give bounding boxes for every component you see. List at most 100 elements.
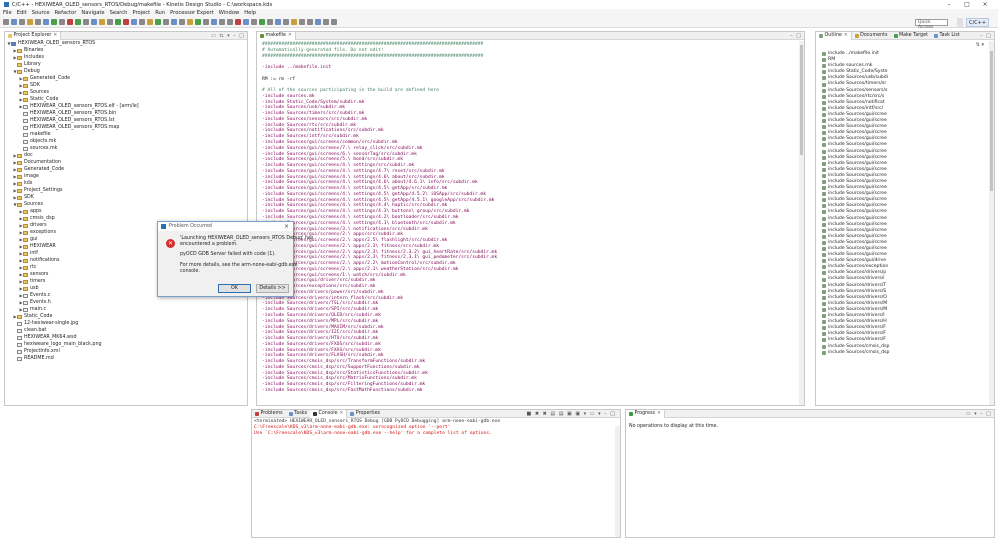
dialog-details-button[interactable]: Details >> [256,284,289,293]
minimize-button[interactable]: – [942,0,956,9]
menu-navigate[interactable]: Navigate [81,10,104,16]
tree-item[interactable]: Library [5,61,247,68]
tree-item[interactable]: ▶ Includes [5,54,247,61]
tree-item[interactable]: clean.bat [5,327,247,334]
console-scrollbar[interactable] [615,426,620,537]
tree-item[interactable]: ▶ Events.h [5,299,247,306]
tab-close-icon[interactable]: ✕ [53,33,57,38]
tree-item[interactable]: HEXIWEAR_OLED_sensors_RTOS.map [5,124,247,131]
progress-view-icons[interactable]: ▭ ▾ – □ [966,410,992,418]
tab-close-icon[interactable]: ✕ [340,411,344,416]
toolbar-tool-icon[interactable] [291,19,297,25]
toolbar-tool-icon[interactable] [27,19,33,25]
toolbar-tool-icon[interactable] [35,19,41,25]
maximize-button[interactable]: □ [960,0,974,9]
tree-item[interactable]: ▶ doc [5,152,247,159]
close-button[interactable]: × [978,0,992,9]
tab-problems[interactable]: Problems [252,410,286,418]
outline-minmax-icons[interactable]: – □ [980,32,992,40]
toolbar-tool-icon[interactable] [299,19,305,25]
menu-project[interactable]: Project [132,10,150,16]
outline-toolbar-icons[interactable]: ⇅ ▾ [976,42,984,48]
quick-access-input[interactable]: Quick Access [915,19,948,30]
toolbar-tool-icon[interactable] [195,19,201,25]
console-toolbar-icons[interactable]: ■ ✖ ✖ ▤ ▤ ▣ ▣ ▾ ▭ ▾ – □ [527,411,616,417]
toolbar-tool-icon[interactable] [19,19,25,25]
toolbar-tool-icon[interactable] [67,19,73,25]
tree-item[interactable]: ▶ SDK [5,82,247,89]
tab-makefile[interactable]: makefile ✕ [257,32,296,40]
menu-run[interactable]: Run [155,10,165,16]
toolbar-tool-icon[interactable] [83,19,89,25]
toolbar-tool-icon[interactable] [323,19,329,25]
tree-item[interactable]: ▶ Static_Code [5,96,247,103]
menu-refactor[interactable]: Refactor [55,10,77,16]
toolbar-tool-icon[interactable] [99,19,105,25]
toolbar-tool-icon[interactable] [51,19,57,25]
tree-item[interactable]: ▶ Sources [5,89,247,96]
outline-scroll-thumb[interactable] [990,51,993,191]
toolbar-tool-icon[interactable] [171,19,177,25]
console-output[interactable]: C:\Freescale\KDS_v3\arm-none-eabi-gdb.ex… [252,425,620,437]
toolbar-tool-icon[interactable] [203,19,209,25]
view-menu-icons[interactable]: ▭ ⇆ ▾ – □ [211,32,245,40]
toolbar-tool-icon[interactable] [179,19,185,25]
tree-item[interactable]: ▶ image [5,173,247,180]
tab-tasks[interactable]: Tasks [286,410,310,418]
toolbar-tool-icon[interactable] [219,19,225,25]
editor-text[interactable]: ########################################… [262,42,796,394]
editor-scrollbar[interactable] [799,41,804,405]
toolbar-tool-icon[interactable] [307,19,313,25]
toolbar-tool-icon[interactable] [331,19,337,25]
tree-item[interactable]: ▶ apps [5,208,247,215]
tab-close-icon[interactable]: ✕ [657,411,661,416]
toolbar-tool-icon[interactable] [227,19,233,25]
perspective-cpp-button[interactable]: C/C++ [966,18,990,27]
outline-scrollbar[interactable] [989,41,994,405]
tab-outline[interactable]: Outline ✕ [816,32,852,40]
editor-scroll-thumb[interactable] [800,45,803,155]
toolbar-tool-icon[interactable] [91,19,97,25]
toolbar-tool-icon[interactable] [107,19,113,25]
toolbar-tool-icon[interactable] [259,19,265,25]
tree-item[interactable]: ▶ Documentation [5,159,247,166]
tree-item[interactable]: ▶ Generated_Code [5,166,247,173]
toolbar-tool-icon[interactable] [187,19,193,25]
menu-window[interactable]: Window [219,10,239,16]
toolbar-tool-icon[interactable] [115,19,121,25]
tree-item[interactable]: ▶ HEXIWEAR_OLED_sensors_RTOS.elf - [arm/l… [5,103,247,110]
tree-item[interactable]: ProjectInfo.xml [5,348,247,355]
tree-item[interactable]: HEXIWEAR_MK64.wsd [5,334,247,341]
dialog-close-button[interactable]: × [284,223,289,230]
toolbar-tool-icon[interactable] [315,19,321,25]
toolbar-tool-icon[interactable] [3,19,9,25]
tree-item[interactable]: ▶ Binaries [5,47,247,54]
tree-item[interactable]: makefile [5,131,247,138]
tree-item[interactable]: ▶ Project_Settings [5,187,247,194]
toolbar-tool-icon[interactable] [147,19,153,25]
toolbar-tool-icon[interactable] [11,19,17,25]
toolbar-tool-icon[interactable] [283,19,289,25]
tree-item[interactable]: ▼ Sources [5,201,247,208]
tree-item[interactable]: HEXIWEAR_OLED_sensors_RTOS.lst [5,117,247,124]
outline-item[interactable]: include Sources/cmsis_dsp [822,350,988,356]
tree-item[interactable]: hexiweare_logo_main_black.png [5,341,247,348]
menu-help[interactable]: Help [244,10,256,16]
tree-item[interactable]: ▶ Generated_Code [5,75,247,82]
tab-project-explorer[interactable]: Project Explorer ✕ [5,32,62,40]
toolbar-tool-icon[interactable] [131,19,137,25]
tree-item[interactable]: ▼ HEXIWEAR_OLED_sensors_RTOS [5,40,247,47]
open-perspective-icon[interactable] [957,18,963,27]
toolbar-tool-icon[interactable] [139,19,145,25]
tree-item[interactable]: 12-hexiwear-single.jpg [5,320,247,327]
toolbar-tool-icon[interactable] [275,19,281,25]
tree-item[interactable]: ▼ Debug [5,68,247,75]
tab-make-target[interactable]: Make Target [891,32,932,40]
editor-minmax-icons[interactable]: – □ [790,32,802,40]
tree-item[interactable]: ▶ kds [5,180,247,187]
toolbar-tool-icon[interactable] [155,19,161,25]
tree-item[interactable]: sources.mk [5,145,247,152]
toolbar-tool-icon[interactable] [59,19,65,25]
tree-item[interactable]: HEXIWEAR_OLED_sensors_RTOS.bin [5,110,247,117]
tab-documents[interactable]: Documents [852,32,891,40]
